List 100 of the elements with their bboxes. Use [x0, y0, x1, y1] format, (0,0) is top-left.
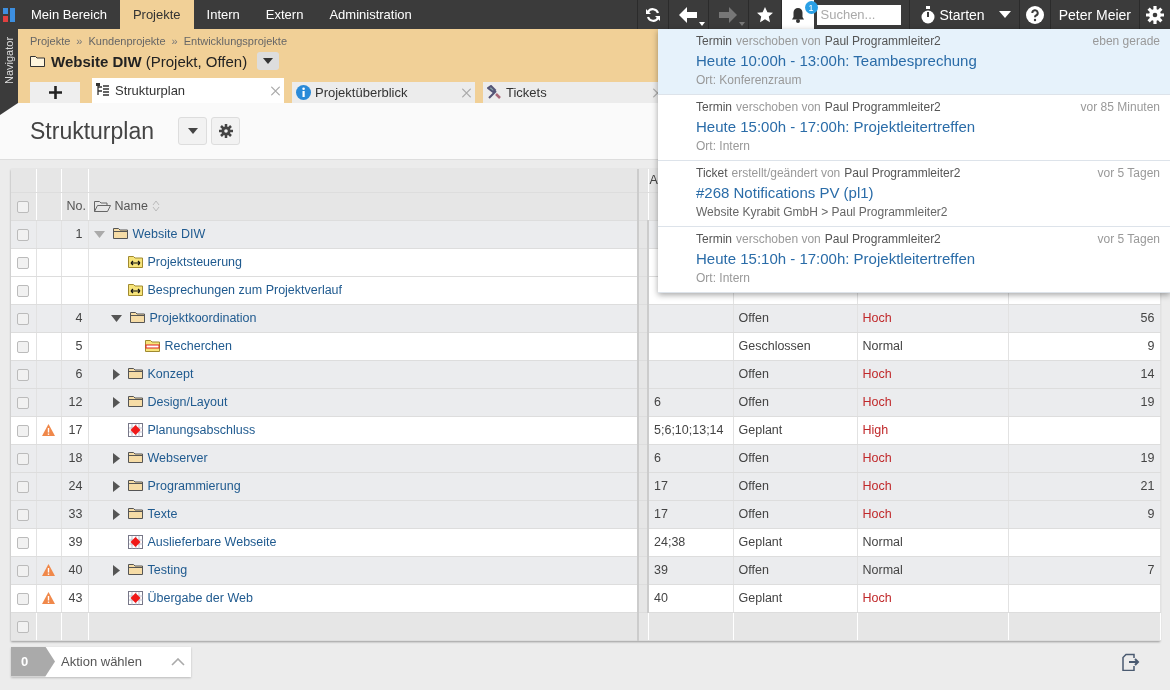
checkbox[interactable]: [17, 284, 30, 297]
caret-down-icon: [263, 58, 274, 64]
notification-time: eben gerade: [1092, 34, 1160, 48]
nav-tab[interactable]: Projekte: [119, 0, 194, 29]
bell-icon: [790, 6, 805, 23]
checkbox[interactable]: [17, 228, 30, 241]
nav-tab[interactable]: Extern: [252, 0, 317, 29]
item-link[interactable]: Besprechungen zum Projektverlauf: [147, 283, 343, 297]
item-link[interactable]: Design/Layout: [147, 395, 228, 409]
notification-title: Heute 10:00h - 13:00h: Teambesprechung: [696, 52, 978, 69]
checkbox[interactable]: [17, 480, 30, 493]
checkbox[interactable]: [17, 368, 30, 381]
collapse-arrow-icon[interactable]: [112, 564, 120, 576]
folder-icon: [30, 55, 45, 67]
checkbox[interactable]: [17, 256, 30, 269]
breadcrumb-link[interactable]: Projekte: [30, 35, 71, 47]
row-number: 24: [68, 479, 83, 493]
nav-tab[interactable]: Intern: [193, 0, 253, 29]
tab[interactable]: Projektüberblick: [292, 82, 475, 103]
table-cell: 19: [1140, 395, 1155, 409]
checkbox[interactable]: [17, 312, 30, 325]
tab[interactable]: Strukturplan: [92, 78, 284, 103]
item-link[interactable]: Programmierung: [147, 479, 241, 493]
folder-open-icon: [93, 199, 111, 213]
checkbox[interactable]: [17, 508, 30, 521]
action-select[interactable]: 0 Aktion wählen: [11, 646, 191, 677]
item-link[interactable]: Testing: [147, 563, 188, 577]
row-number: 1: [75, 227, 83, 241]
checkbox[interactable]: [17, 592, 30, 605]
folder-icon: [127, 395, 143, 409]
search-field[interactable]: Suchen...: [816, 4, 901, 25]
row-number: 6: [75, 367, 83, 381]
caret-icon: [698, 22, 705, 26]
table-cell: Offen: [738, 311, 769, 325]
row-number: 43: [68, 591, 83, 605]
checkbox[interactable]: [17, 564, 30, 577]
notification-count-badge: 1: [804, 1, 818, 14]
table-cell: 17: [654, 479, 668, 493]
item-link[interactable]: Webserver: [147, 451, 208, 465]
notification-author: Paul Programmleiter2: [824, 34, 941, 48]
notification-action: verschoben von: [736, 232, 821, 246]
checkbox[interactable]: [17, 452, 30, 465]
breadcrumb-link[interactable]: Entwicklungsprojekte: [183, 35, 287, 47]
nav-tab[interactable]: Administration: [316, 0, 425, 29]
item-link[interactable]: Auslieferbare Webseite: [147, 535, 277, 549]
arrow-left-icon: [679, 6, 697, 23]
item-link[interactable]: Projektsteuerung: [147, 255, 242, 269]
folder-icon: [127, 479, 143, 493]
item-link[interactable]: Recherchen: [164, 339, 232, 353]
table-cell: Geplant: [738, 535, 783, 549]
export-icon[interactable]: [1122, 652, 1140, 671]
expand-arrow-icon[interactable]: [110, 314, 122, 322]
notification-item[interactable]: Termin verschoben von Paul Programmleiter2 vor 85 Minuten Heute 15:00h - 17:00h: Projektleitertreffen Ort: Intern: [658, 95, 1170, 161]
table-cell: Hoch: [862, 367, 892, 381]
checkbox[interactable]: [17, 424, 30, 437]
table-cell: Hoch: [862, 507, 892, 521]
item-link[interactable]: Konzept: [147, 367, 194, 381]
item-link[interactable]: Projektkoordination: [149, 311, 257, 325]
table-cell: 40: [654, 591, 668, 605]
column-header[interactable]: A: [649, 173, 658, 188]
close-icon[interactable]: [462, 88, 471, 97]
tree-icon: [96, 83, 111, 98]
star-icon: [756, 6, 773, 23]
collapse-arrow-icon[interactable]: [112, 508, 120, 520]
table-cell: 24;38: [654, 535, 686, 549]
checkbox[interactable]: [17, 396, 30, 409]
folder-icon: [127, 367, 143, 381]
table-cell: Hoch: [862, 311, 892, 325]
sort-icon[interactable]: [151, 200, 160, 212]
collapse-arrow-icon[interactable]: [112, 452, 120, 464]
checkbox[interactable]: [17, 200, 30, 213]
nav-tab[interactable]: Mein Bereich: [18, 0, 120, 29]
logo-icon[interactable]: [3, 7, 15, 22]
table-cell: Hoch: [862, 395, 892, 409]
table-cell: 56: [1140, 311, 1155, 325]
folder-icon: [127, 507, 143, 521]
collapse-arrow-icon[interactable]: [112, 396, 120, 408]
notification-item[interactable]: Ticket erstellt/geändert von Paul Programmleiter2 vor 5 Tagen #268 Notifications PV (pl1) Website Kyrabit GmbH > Paul Programmleiter2: [658, 161, 1170, 227]
notification-action: verschoben von: [736, 100, 821, 114]
checkbox[interactable]: [17, 340, 30, 353]
table-cell: Normal: [862, 563, 903, 577]
checkbox[interactable]: [17, 620, 30, 633]
close-icon[interactable]: [271, 86, 280, 95]
notification-detail: Ort: Intern: [696, 139, 752, 153]
notification-item[interactable]: Termin verschoben von Paul Programmleiter2 vor 5 Tagen Heute 15:10h - 17:00h: Projektleitertreffen Ort: Intern: [658, 227, 1170, 293]
settings-icon: [1146, 5, 1164, 24]
column-header[interactable]: Name: [114, 199, 148, 213]
collapse-arrow-icon[interactable]: [112, 368, 120, 380]
breadcrumb-link[interactable]: Kundenprojekte: [88, 35, 166, 47]
item-link[interactable]: Website DIW: [132, 227, 206, 241]
item-link[interactable]: Texte: [147, 507, 178, 521]
checkbox[interactable]: [17, 536, 30, 549]
dropdown-button[interactable]: [257, 52, 280, 70]
notification-item[interactable]: Termin verschoben von Paul Programmleiter2 eben gerade Heute 10:00h - 13:00h: Teambesprechung Ort: Konferenzraum: [658, 29, 1170, 95]
item-link[interactable]: Planungsabschluss: [147, 423, 256, 437]
item-link[interactable]: Übergabe der Web: [147, 591, 253, 605]
caret-down-icon: [998, 11, 1011, 18]
collapse-arrow-icon[interactable]: [112, 480, 120, 492]
dropdown-button[interactable]: [178, 117, 207, 145]
add-tab-button[interactable]: [30, 82, 80, 103]
